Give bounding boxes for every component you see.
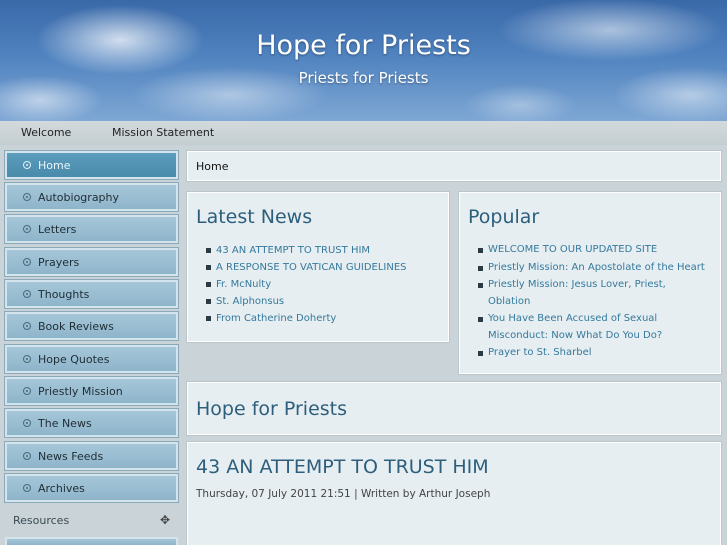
bullet-icon (23, 452, 31, 460)
sidebar-item-thoughts[interactable]: Thoughts (4, 279, 179, 309)
sidebar-item-prayers[interactable]: Prayers (4, 247, 179, 277)
sidebar-item-archives[interactable]: Archives (4, 473, 179, 503)
bullet-icon (23, 161, 31, 169)
site-header: Hope for Priests Priests for Priests (0, 0, 727, 121)
sidebar-item-hope-quotes[interactable]: Hope Quotes (4, 344, 179, 374)
popular-item[interactable]: You Have Been Accused of Sexual Miscondu… (478, 311, 708, 344)
sidebar-item-label: Book Reviews (38, 320, 114, 333)
resources-menu-item[interactable] (5, 537, 178, 545)
site-title[interactable]: Hope for Priests (0, 30, 727, 61)
popular-item[interactable]: Priestly Mission: Jesus Lover, Priest, O… (478, 277, 708, 310)
topnav-welcome[interactable]: Welcome (21, 126, 71, 139)
popular-module: Popular WELCOME TO OUR UPDATED SITE Prie… (459, 192, 721, 374)
bullet-icon (23, 258, 31, 266)
sidebar-item-label: Thoughts (38, 288, 90, 301)
sidebar-item-letters[interactable]: Letters (4, 214, 179, 244)
popular-item[interactable]: Priestly Mission: An Apostolate of the H… (478, 260, 708, 277)
section-title: Hope for Priests (196, 398, 348, 420)
sidebar-item-the-news[interactable]: The News (4, 408, 179, 438)
article-meta: Thursday, 07 July 2011 21:51 | Written b… (196, 488, 491, 500)
sidebar-item-label: Letters (38, 223, 77, 236)
resources-heading: Resources (13, 514, 70, 527)
sidebar-item-label: Archives (38, 482, 85, 495)
sidebar-item-label: The News (38, 417, 92, 430)
plus-arrow-icon[interactable]: ✥ (160, 513, 170, 527)
sidebar-item-label: Prayers (38, 256, 80, 269)
bullet-icon (23, 225, 31, 233)
popular-title: Popular (468, 206, 540, 228)
popular-item[interactable]: Prayer to St. Sharbel (478, 345, 708, 362)
sidebar: Home Autobiography Letters Prayers Thoug… (0, 145, 184, 545)
sidebar-item-label: Autobiography (38, 191, 120, 204)
article-title[interactable]: 43 AN ATTEMPT TO TRUST HIM (196, 456, 489, 478)
site-subtitle: Priests for Priests (298, 69, 429, 87)
breadcrumb-home: Home (196, 160, 229, 173)
popular-item[interactable]: WELCOME TO OUR UPDATED SITE (478, 242, 708, 259)
latest-news-module: Latest News 43 AN ATTEMPT TO TRUST HIM A… (187, 192, 449, 342)
sidebar-item-home[interactable]: Home (4, 150, 179, 180)
latest-news-item[interactable]: A RESPONSE TO VATICAN GUIDELINES (206, 259, 407, 276)
sidebar-item-label: News Feeds (38, 450, 104, 463)
latest-news-list: 43 AN ATTEMPT TO TRUST HIM A RESPONSE TO… (206, 242, 407, 327)
breadcrumb: Home (187, 151, 721, 181)
top-navigation: Welcome Mission Statement (0, 121, 727, 145)
latest-news-item[interactable]: 43 AN ATTEMPT TO TRUST HIM (206, 242, 407, 259)
sidebar-item-news-feeds[interactable]: News Feeds (4, 441, 179, 471)
bullet-icon (23, 193, 31, 201)
bullet-icon (23, 355, 31, 363)
latest-news-item[interactable]: Fr. McNulty (206, 276, 407, 293)
topnav-mission-statement[interactable]: Mission Statement (112, 126, 214, 139)
bullet-icon (23, 290, 31, 298)
latest-news-item[interactable]: St. Alphonsus (206, 293, 407, 310)
sidebar-item-label: Priestly Mission (38, 385, 123, 398)
article-panel: 43 AN ATTEMPT TO TRUST HIM Thursday, 07 … (187, 442, 721, 545)
sidebar-item-label: Home (38, 159, 71, 172)
bullet-icon (23, 322, 31, 330)
section-header-panel: Hope for Priests (187, 382, 721, 435)
sidebar-item-book-reviews[interactable]: Book Reviews (4, 311, 179, 341)
popular-list: WELCOME TO OUR UPDATED SITE Priestly Mis… (478, 242, 708, 363)
latest-news-title: Latest News (196, 206, 313, 228)
sidebar-item-priestly-mission[interactable]: Priestly Mission (4, 376, 179, 406)
bullet-icon (23, 484, 31, 492)
sidebar-item-autobiography[interactable]: Autobiography (4, 182, 179, 212)
latest-news-item[interactable]: From Catherine Doherty (206, 310, 407, 327)
bullet-icon (23, 387, 31, 395)
sidebar-item-label: Hope Quotes (38, 353, 110, 366)
bullet-icon (23, 419, 31, 427)
